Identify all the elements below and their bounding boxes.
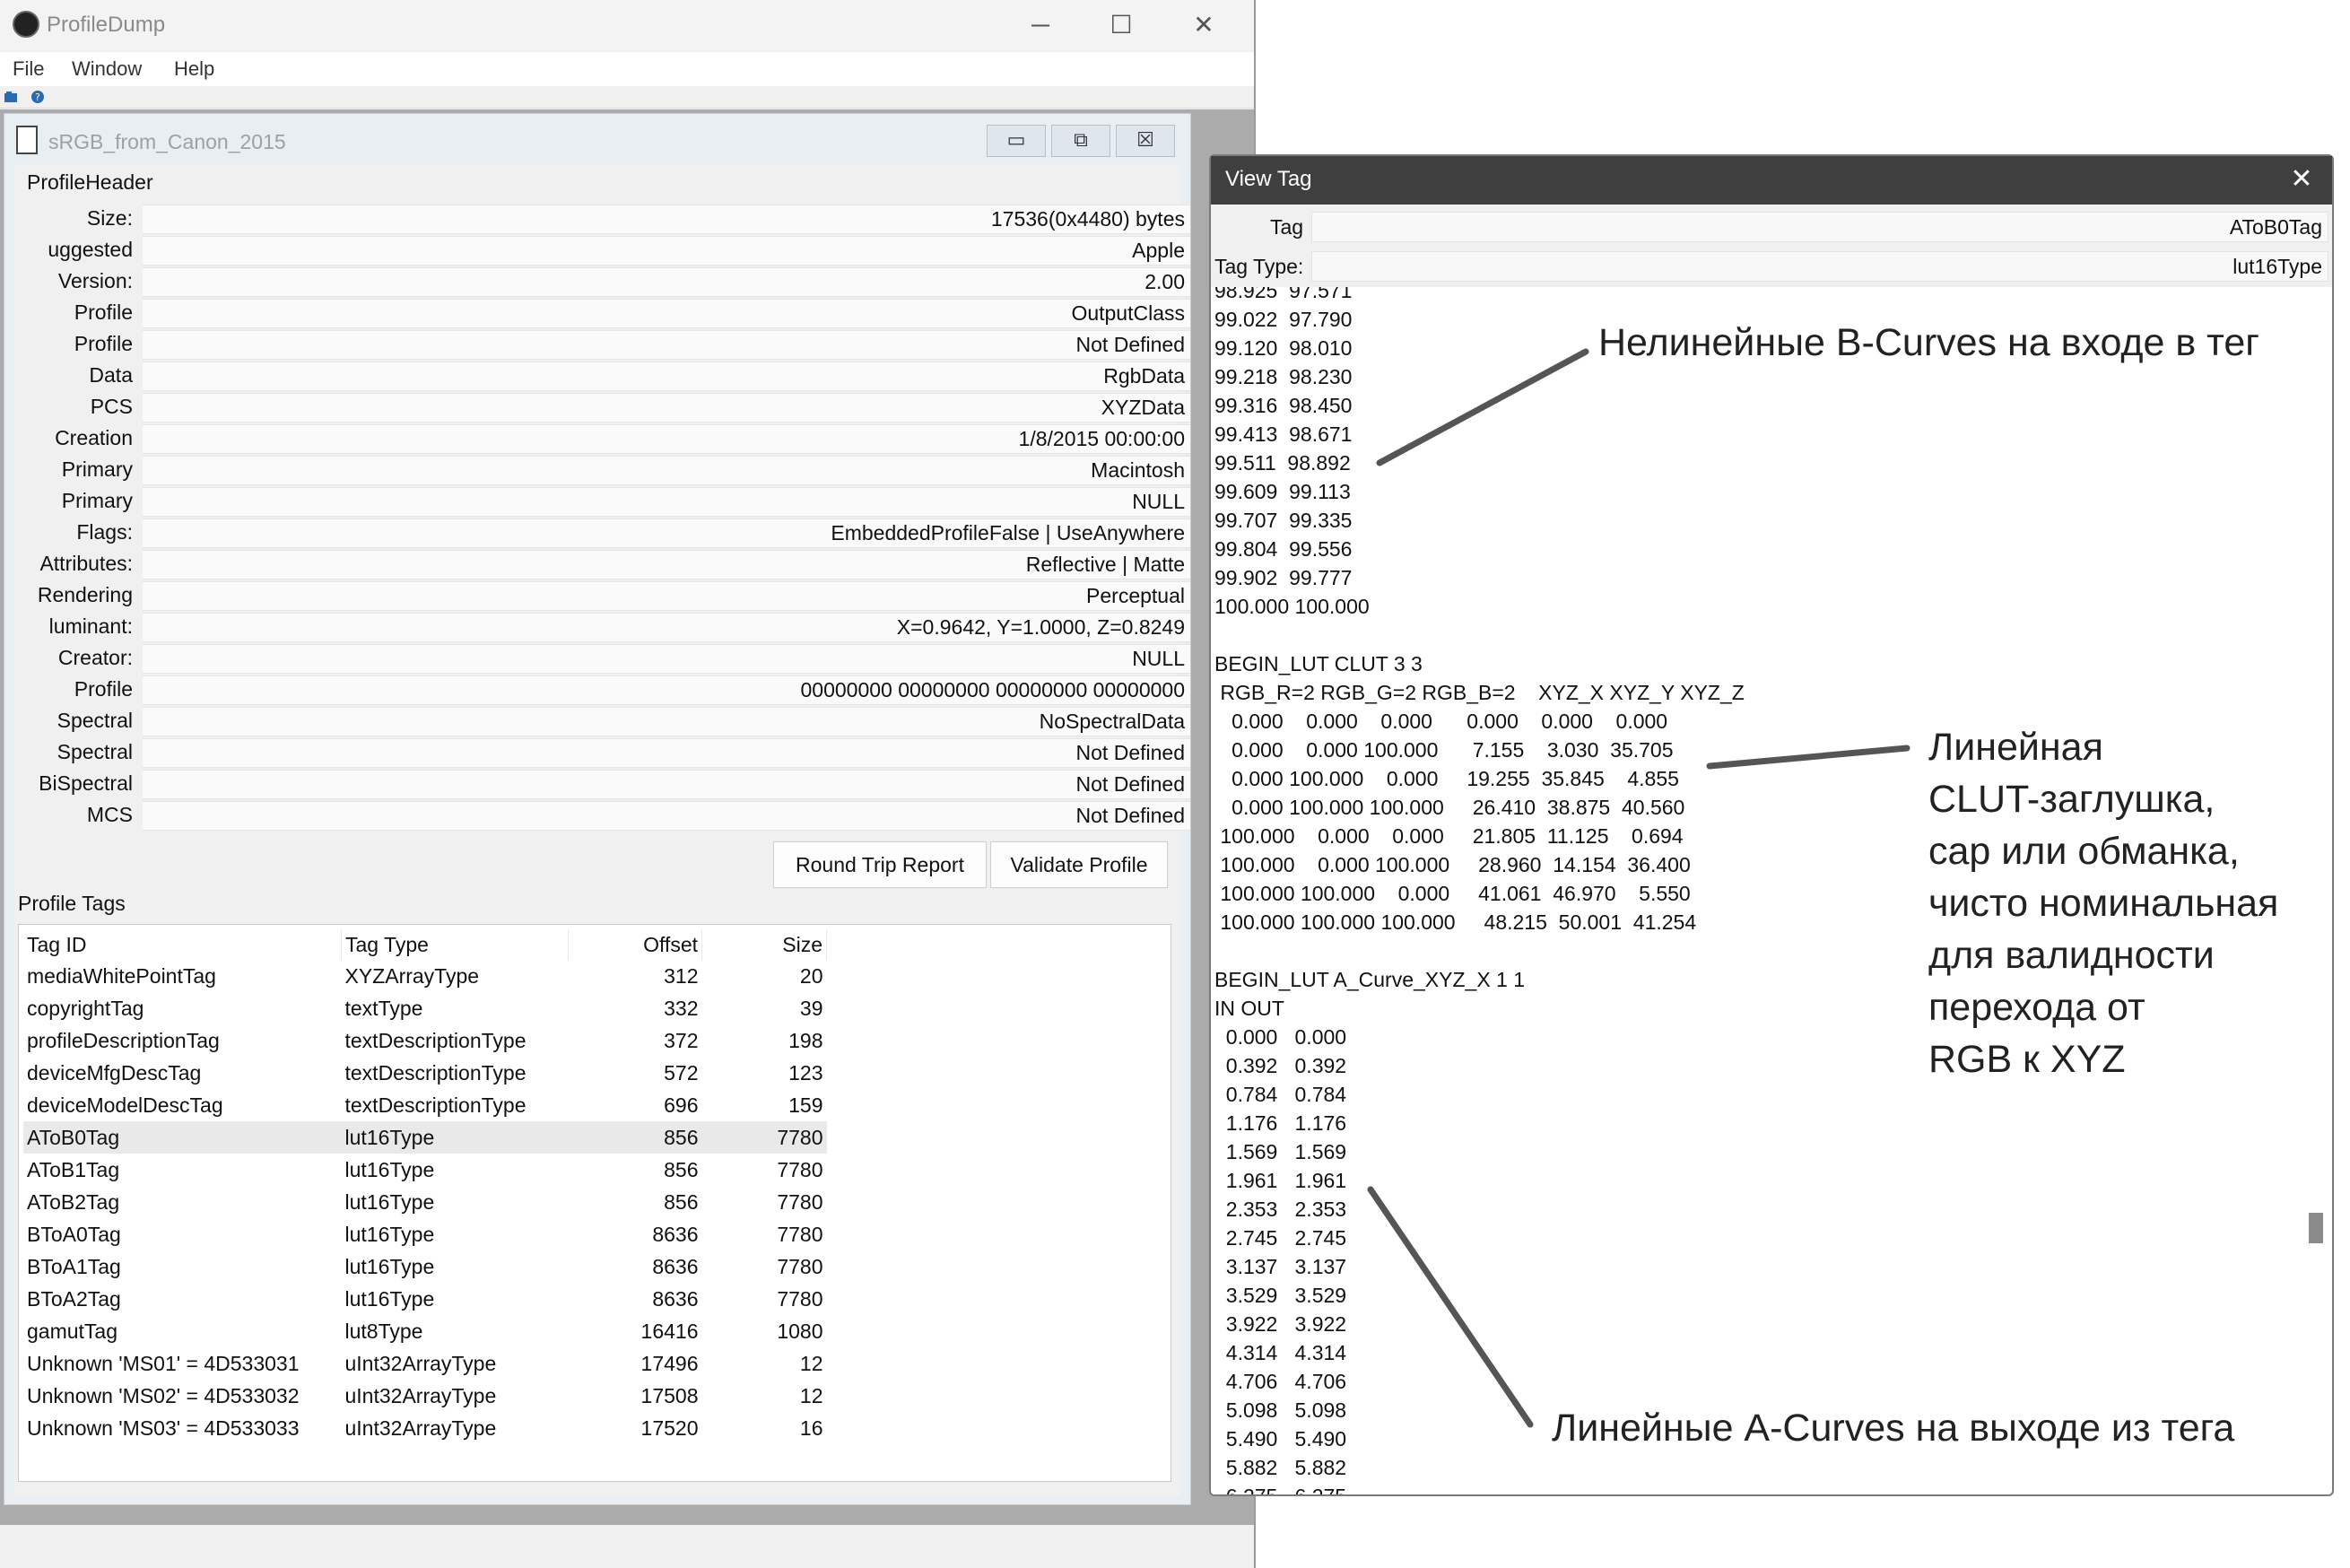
a-curves-pointer (1367, 1186, 1534, 1428)
annotation-clut-line: перехода от (1928, 986, 2145, 1029)
annotation-b-curves: Нелинейные B-Curves на входе в тег (1598, 321, 2259, 364)
annotation-clut: Линейная CLUT-заглушка, сар или обманка, чи… (1928, 721, 2278, 1085)
clut-pointer (1706, 745, 1910, 770)
annotation-clut-line: Линейная (1928, 726, 2103, 769)
annotation-clut-line: CLUT-заглушка, (1928, 778, 2215, 821)
annotation-a-curves: Линейные A-Curves на выходе из тега (1552, 1407, 2235, 1450)
annotation-clut-line: чисто номинальная (1928, 882, 2279, 925)
annotation-clut-line: RGB к XYZ (1928, 1038, 2126, 1081)
b-curves-pointer (1376, 348, 1589, 466)
annotation-clut-line: для валидности (1928, 934, 2215, 977)
annotation-clut-line: сар или обманка, (1928, 830, 2240, 873)
